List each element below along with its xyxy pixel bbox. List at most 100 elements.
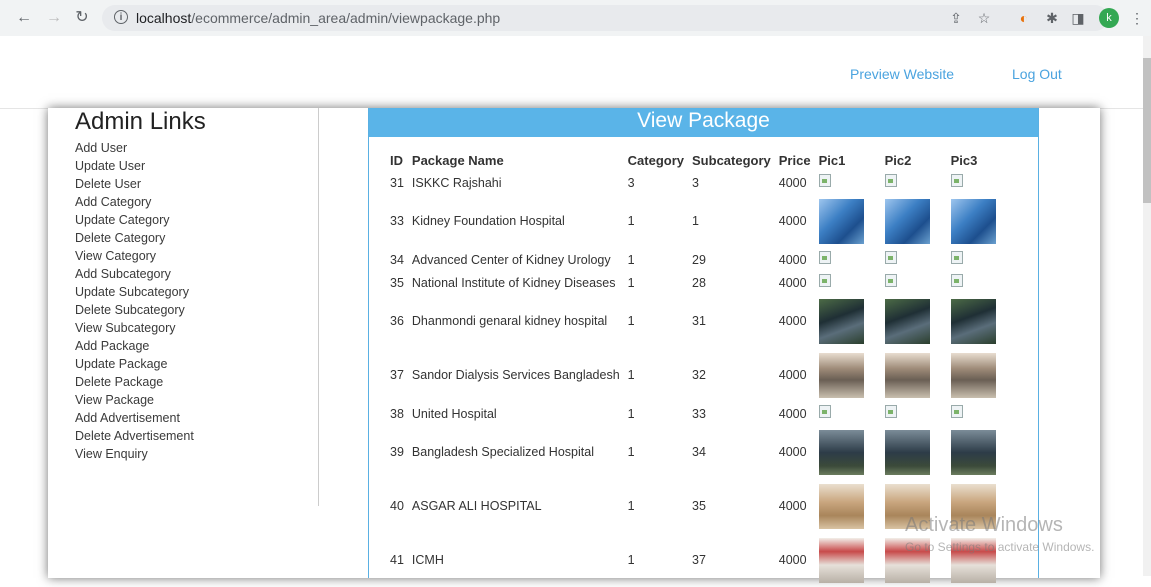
sidebar-link[interactable]: Add User: [75, 139, 194, 157]
table-row: 35 National Institute of Kidney Diseases 1…: [386, 271, 1013, 294]
reload-icon[interactable]: ↻: [72, 8, 92, 28]
url-path: /ecommerce/admin_area/admin/viewpackage.…: [191, 10, 501, 26]
cell-subcategory: 28: [692, 275, 706, 290]
sidebar-title: Admin Links: [75, 108, 206, 135]
cell-name: Sandor Dialysis Services Bangladesh: [411, 368, 620, 382]
cell-price: 4000: [778, 445, 807, 459]
cell-category: 3: [627, 175, 635, 190]
profile-avatar[interactable]: k: [1099, 8, 1119, 28]
site-info-icon[interactable]: i: [114, 10, 128, 24]
cell-id: 38: [390, 406, 404, 421]
sidebar-link[interactable]: View Subcategory: [75, 319, 194, 337]
forward-arrow-icon[interactable]: →: [44, 8, 64, 28]
cell-pic3: [947, 171, 1013, 194]
package-photo: [884, 429, 930, 475]
cell-subcategory: 29: [692, 252, 706, 267]
cell-category: 1: [627, 406, 635, 421]
broken-image-icon: [818, 174, 833, 188]
cell-pic1: [815, 294, 881, 348]
broken-image-icon: [884, 251, 899, 265]
broken-image-icon: [950, 251, 965, 265]
cell-subcategory: 34: [692, 445, 706, 459]
bookmark-star-icon[interactable]: ☆: [976, 10, 992, 26]
sidebar-link[interactable]: Delete Advertisement: [75, 427, 194, 445]
cell-subcategory: 31: [692, 314, 706, 328]
package-photo: [950, 198, 996, 244]
cell-pic3: [947, 194, 1013, 248]
cell-pic3: [947, 348, 1013, 402]
cell-price: 4000: [778, 314, 807, 328]
package-photo: [884, 298, 930, 344]
sidebar-link[interactable]: View Enquiry: [75, 445, 194, 463]
cell-subcategory: 1: [692, 214, 699, 228]
broken-image-icon: [950, 274, 965, 288]
scrollbar-thumb[interactable]: [1143, 58, 1151, 203]
package-photo: [950, 298, 996, 344]
sidebar-link[interactable]: Add Subcategory: [75, 265, 194, 283]
preview-website-link[interactable]: Preview Website: [850, 66, 954, 82]
cell-pic1: [815, 348, 881, 402]
cell-name: National Institute of Kidney Diseases: [411, 275, 616, 290]
cell-subcategory: 37: [692, 553, 706, 567]
cell-id: 39: [390, 445, 404, 459]
extension-icon[interactable]: ◐: [1016, 10, 1032, 26]
sidebar-link[interactable]: View Category: [75, 247, 194, 265]
share-icon[interactable]: ⇪: [948, 10, 964, 26]
package-photo: [818, 352, 864, 398]
sidebar-link[interactable]: Update Category: [75, 211, 194, 229]
package-photo: [818, 198, 864, 244]
address-bar[interactable]: i localhost/ecommerce/admin_area/admin/v…: [102, 5, 1108, 31]
cell-name: Dhanmondi genaral kidney hospital: [411, 314, 608, 328]
cell-category: 1: [627, 252, 635, 267]
extensions-puzzle-icon[interactable]: ✱: [1044, 10, 1060, 26]
cell-category: 1: [627, 499, 635, 513]
cell-price: 4000: [778, 275, 807, 290]
sidebar-link[interactable]: Delete User: [75, 175, 194, 193]
broken-image-icon: [950, 174, 965, 188]
broken-image-icon: [884, 174, 899, 188]
cell-name: ISKKC Rajshahi: [411, 175, 502, 190]
cell-price: 4000: [778, 499, 807, 513]
cell-category: 1: [627, 445, 635, 459]
column-header: Pic1: [818, 152, 846, 168]
side-panel-icon[interactable]: ◨: [1070, 10, 1086, 26]
table-row: 37 Sandor Dialysis Services Bangladesh 1 32…: [386, 348, 1013, 402]
cell-category: 1: [627, 275, 635, 290]
sidebar-link[interactable]: Delete Subcategory: [75, 301, 194, 319]
broken-image-icon: [818, 405, 833, 419]
cell-id: 33: [390, 214, 404, 228]
cell-pic1: [815, 425, 881, 479]
sidebar-link[interactable]: Update Package: [75, 355, 194, 373]
cell-name: ICMH: [411, 553, 444, 567]
sidebar-link[interactable]: Delete Package: [75, 373, 194, 391]
table-row: 34 Advanced Center of Kidney Urology 1 29 40…: [386, 248, 1013, 271]
column-header: Price: [778, 152, 811, 168]
sidebar-link[interactable]: Update Subcategory: [75, 283, 194, 301]
cell-category: 1: [627, 553, 635, 567]
cell-pic3: [947, 402, 1013, 425]
cell-name: Advanced Center of Kidney Urology: [411, 252, 611, 267]
url-host: localhost: [136, 10, 192, 26]
cell-pic2: [881, 248, 947, 271]
cell-subcategory: 32: [692, 368, 706, 382]
menu-kebab-icon[interactable]: ⋮: [1129, 10, 1145, 26]
back-arrow-icon[interactable]: ←: [14, 8, 34, 28]
broken-image-icon: [818, 274, 833, 288]
column-header: Pic3: [950, 152, 978, 168]
panel-title: View Package: [369, 108, 1038, 137]
broken-image-icon: [950, 405, 965, 419]
cell-pic3: [947, 248, 1013, 271]
sidebar-link[interactable]: View Package: [75, 391, 194, 409]
sidebar-link[interactable]: Update User: [75, 157, 194, 175]
sidebar-link[interactable]: Add Advertisement: [75, 409, 194, 427]
sidebar-link-list: Add User Update User Delete User Add Catego…: [75, 139, 194, 463]
cell-pic3: [947, 294, 1013, 348]
sidebar-link[interactable]: Add Category: [75, 193, 194, 211]
column-header: Subcategory: [692, 152, 771, 168]
logout-link[interactable]: Log Out: [1012, 66, 1062, 82]
cell-pic2: [881, 194, 947, 248]
url-text[interactable]: localhost/ecommerce/admin_area/admin/vie…: [136, 10, 500, 26]
sidebar-link[interactable]: Add Package: [75, 337, 194, 355]
sidebar-link[interactable]: Delete Category: [75, 229, 194, 247]
column-header: ID: [390, 152, 403, 168]
